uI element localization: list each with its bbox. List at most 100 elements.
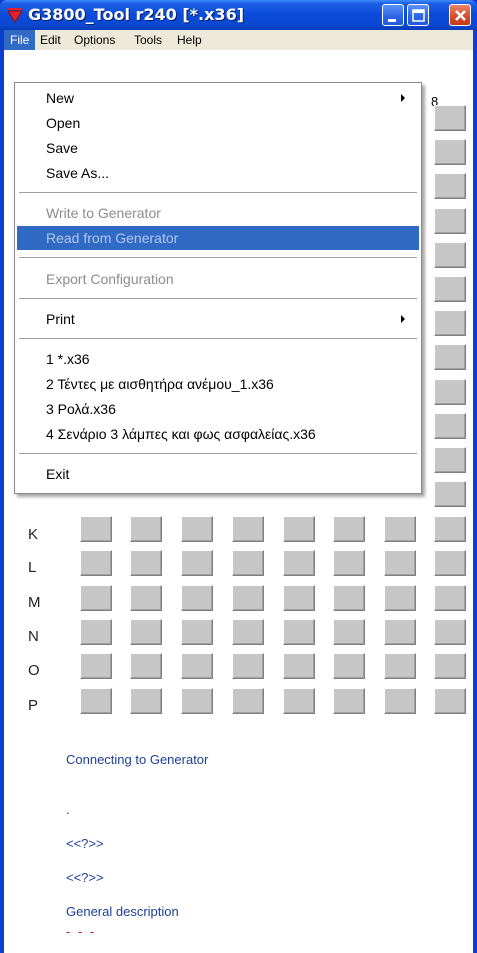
grid-cell-button[interactable]	[181, 688, 213, 714]
grid-cell-button[interactable]	[80, 550, 112, 576]
grid-cell-button[interactable]	[130, 585, 162, 611]
window-title: G3800_Tool r240 [*.x36]	[28, 5, 245, 24]
row-label-l: L	[28, 559, 37, 576]
grid-cell-button[interactable]	[434, 105, 466, 131]
menu-item-new-label: New	[46, 90, 75, 106]
menu-item-recent-3[interactable]: 3 Ρολά.x36	[17, 397, 419, 421]
grid-cell-button[interactable]	[434, 413, 466, 439]
menu-tools[interactable]: Tools	[128, 30, 168, 50]
status-dot: .	[66, 802, 70, 817]
grid-cell-button[interactable]	[181, 550, 213, 576]
menu-item-read-from-generator[interactable]: Read from Generator	[17, 226, 419, 250]
grid-cell-button[interactable]	[283, 653, 315, 679]
grid-cell-button[interactable]	[283, 550, 315, 576]
grid-cell-button[interactable]	[80, 653, 112, 679]
minimize-icon	[388, 19, 396, 22]
grid-cell-button[interactable]	[181, 619, 213, 645]
grid-cell-button[interactable]	[434, 516, 466, 542]
grid-cell-button[interactable]	[333, 653, 365, 679]
grid-cell-button[interactable]	[232, 619, 264, 645]
menu-item-print[interactable]: Print	[17, 307, 419, 331]
grid-cell-button[interactable]	[384, 516, 416, 542]
title-bar[interactable]: G3800_Tool r240 [*.x36]	[0, 0, 477, 30]
menu-item-save-as[interactable]: Save As...	[17, 161, 419, 185]
row-label-n: N	[28, 628, 39, 645]
connection-status: Connecting to Generator	[66, 752, 209, 767]
menu-item-recent-4[interactable]: 4 Σενάριο 3 λάμπες και φως ασφαλείας.x36	[17, 422, 419, 446]
submenu-arrow-icon	[401, 94, 405, 102]
grid-cell-button[interactable]	[333, 688, 365, 714]
grid-cell-button[interactable]	[384, 688, 416, 714]
grid-cell-button[interactable]	[434, 310, 466, 336]
menu-item-recent-2[interactable]: 2 Τέντες με αισθητήρα ανέμου_1.x36	[17, 372, 419, 396]
menu-item-exit[interactable]: Exit	[17, 462, 419, 486]
grid-cell-button[interactable]	[283, 516, 315, 542]
menu-item-export-configuration[interactable]: Export Configuration	[17, 267, 419, 291]
grid-cell-button[interactable]	[232, 653, 264, 679]
grid-cell-button[interactable]	[333, 619, 365, 645]
grid-cell-button[interactable]	[181, 653, 213, 679]
menu-item-write-to-generator[interactable]: Write to Generator	[17, 201, 419, 225]
grid-cell-button[interactable]	[80, 688, 112, 714]
grid-cell-button[interactable]	[384, 550, 416, 576]
grid-cell-button[interactable]	[333, 585, 365, 611]
menu-item-print-label: Print	[46, 311, 75, 327]
menu-item-recent-1[interactable]: 1 *.x36	[17, 347, 419, 371]
grid-cell-button[interactable]	[232, 550, 264, 576]
menu-item-open[interactable]: Open	[17, 111, 419, 135]
grid-cell-button[interactable]	[434, 173, 466, 199]
grid-cell-button[interactable]	[232, 516, 264, 542]
maximize-button[interactable]	[407, 4, 429, 26]
grid-cell-button[interactable]	[232, 585, 264, 611]
grid-cell-button[interactable]	[384, 619, 416, 645]
grid-cell-button[interactable]	[80, 585, 112, 611]
grid-cell-button[interactable]	[283, 619, 315, 645]
grid-cell-button[interactable]	[333, 516, 365, 542]
grid-cell-button[interactable]	[434, 242, 466, 268]
grid-cell-button[interactable]	[130, 619, 162, 645]
grid-cell-button[interactable]	[130, 653, 162, 679]
grid-cell-button[interactable]	[283, 585, 315, 611]
submenu-arrow-icon	[401, 315, 405, 323]
grid-cell-button[interactable]	[434, 208, 466, 234]
grid-cell-button[interactable]	[434, 653, 466, 679]
grid-cell-button[interactable]	[434, 481, 466, 507]
grid-cell-button[interactable]	[434, 688, 466, 714]
placeholder-value-2: <<?>>	[66, 870, 104, 885]
menu-edit[interactable]: Edit	[34, 30, 67, 50]
placeholder-value-1: <<?>>	[66, 836, 104, 851]
grid-cell-button[interactable]	[80, 516, 112, 542]
grid-cell-button[interactable]	[181, 585, 213, 611]
grid-cell-button[interactable]	[434, 550, 466, 576]
grid-cell-button[interactable]	[333, 550, 365, 576]
grid-cell-button[interactable]	[283, 688, 315, 714]
grid-cell-button[interactable]	[434, 619, 466, 645]
menu-item-new[interactable]: New	[17, 86, 419, 110]
grid-cell-button[interactable]	[434, 276, 466, 302]
grid-cell-button[interactable]	[434, 447, 466, 473]
grid-cell-button[interactable]	[384, 653, 416, 679]
grid-cell-button[interactable]	[130, 516, 162, 542]
close-button[interactable]	[449, 4, 471, 26]
grid-cell-button[interactable]	[80, 619, 112, 645]
minimize-button[interactable]	[382, 4, 404, 26]
client-area: File Edit Options Tools Help 8 K L M N O…	[4, 30, 473, 953]
close-icon	[455, 10, 466, 21]
grid-cell-button[interactable]	[434, 344, 466, 370]
grid-cell-button[interactable]	[232, 688, 264, 714]
grid-cell-button[interactable]	[434, 585, 466, 611]
general-description-value: - - -	[66, 924, 97, 939]
grid-cell-button[interactable]	[434, 379, 466, 405]
grid-cell-button[interactable]	[130, 550, 162, 576]
maximize-icon	[412, 9, 425, 22]
grid-cell-button[interactable]	[434, 139, 466, 165]
menu-file[interactable]: File	[4, 30, 36, 50]
menu-item-save[interactable]: Save	[17, 136, 419, 160]
grid-cell-button[interactable]	[130, 688, 162, 714]
grid-cell-button[interactable]	[181, 516, 213, 542]
menu-separator	[19, 453, 417, 455]
menu-options[interactable]: Options	[68, 30, 121, 50]
grid-cell-button[interactable]	[384, 585, 416, 611]
menu-help[interactable]: Help	[171, 30, 208, 50]
menu-bar: File Edit Options Tools Help	[4, 30, 473, 50]
